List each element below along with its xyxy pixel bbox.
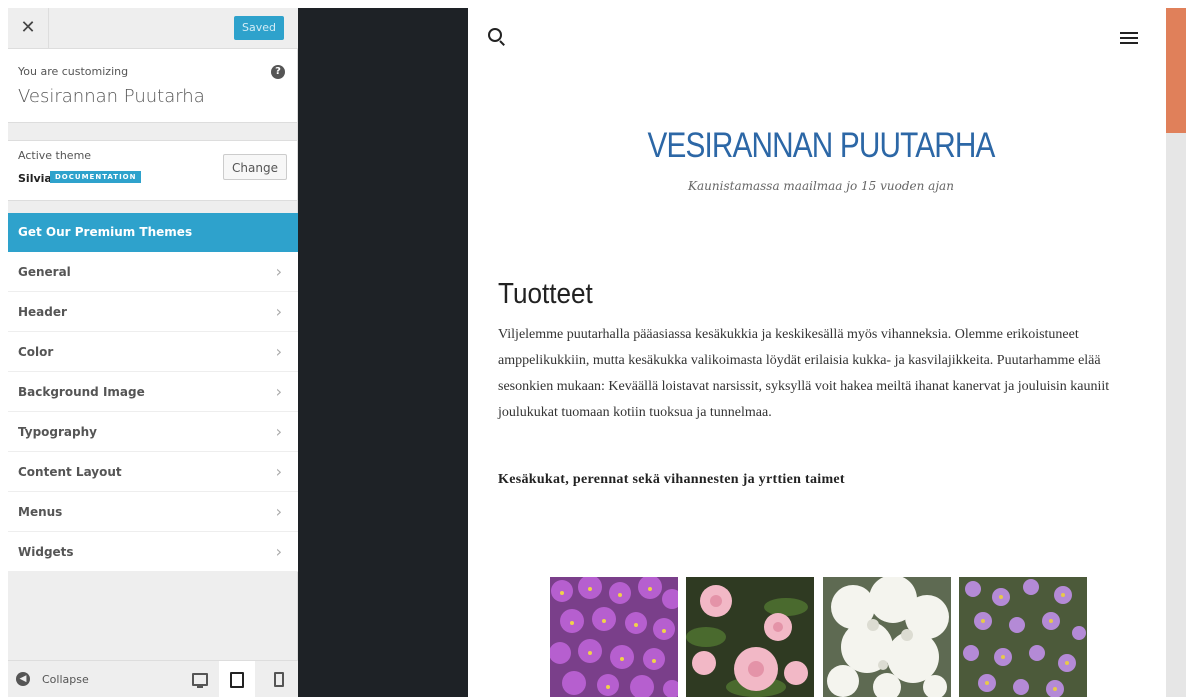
menu-item-label: General — [18, 265, 71, 279]
menu-item-label: Widgets — [18, 545, 74, 559]
site-name: Vesirannan Puutarha — [18, 86, 205, 107]
mobile-icon — [274, 672, 284, 687]
site-tagline: Kaunistamassa maailmaa jo 15 vuoden ajan — [688, 179, 954, 193]
chevron-right-icon: › — [275, 422, 282, 441]
customizer-footer: ◀ Collapse — [8, 660, 298, 697]
tablet-preview-button[interactable] — [219, 661, 255, 697]
gallery-image-violas[interactable] — [550, 577, 678, 697]
menu-item-label: Background Image — [18, 385, 145, 399]
menu-item-general[interactable]: General › — [8, 252, 298, 292]
desktop-icon — [192, 673, 208, 688]
customizing-label: You are customizing — [18, 65, 129, 78]
menu-item-content-layout[interactable]: Content Layout › — [8, 452, 298, 492]
theme-name: Silvia — [18, 172, 52, 185]
gallery-image-roses[interactable] — [686, 577, 814, 697]
hamburger-menu-icon[interactable] — [1120, 32, 1138, 44]
active-theme-section: Active theme Silvia DOCUMENTATION Change — [8, 140, 297, 201]
page-subheading: Kesäkukat, perennat sekä vihannesten ja … — [498, 472, 845, 487]
menu-item-typography[interactable]: Typography › — [8, 412, 298, 452]
customizer-topbar: ✕ Saved — [8, 8, 298, 49]
site-title[interactable]: VESIRANNAN PUUTARHA — [521, 126, 1121, 166]
chevron-right-icon: › — [275, 302, 282, 321]
page-heading: Tuotteet — [498, 278, 593, 310]
menu-item-label: Content Layout — [18, 465, 122, 479]
chevron-right-icon: › — [275, 542, 282, 561]
menu-item-label: Color — [18, 345, 54, 359]
close-icon[interactable]: ✕ — [8, 8, 49, 48]
menu-item-background-image[interactable]: Background Image › — [8, 372, 298, 412]
menu-item-widgets[interactable]: Widgets › — [8, 532, 298, 572]
desktop-preview-button[interactable] — [182, 661, 218, 697]
help-icon[interactable]: ? — [271, 65, 285, 79]
collapse-icon[interactable]: ◀ — [16, 672, 30, 686]
customizing-info: You are customizing Vesirannan Puutarha … — [8, 49, 297, 123]
collapse-button[interactable]: Collapse — [42, 673, 89, 686]
chevron-right-icon: › — [275, 262, 282, 281]
chevron-right-icon: › — [275, 342, 282, 361]
active-theme-label: Active theme — [18, 149, 92, 162]
documentation-badge[interactable]: DOCUMENTATION — [50, 171, 142, 183]
menu-item-label: Header — [18, 305, 67, 319]
menu-item-color[interactable]: Color › — [8, 332, 298, 372]
gallery-image-hydrangea[interactable] — [823, 577, 951, 697]
chevron-right-icon: › — [275, 502, 282, 521]
gallery-image-asters[interactable] — [959, 577, 1087, 697]
preview-backdrop — [298, 8, 468, 697]
preview-scrollbar-thumb[interactable] — [1166, 8, 1186, 133]
customizer-sidebar: ✕ Saved You are customizing Vesirannan P… — [8, 8, 298, 697]
search-icon[interactable] — [488, 28, 502, 42]
menu-item-label: Typography — [18, 425, 97, 439]
mobile-preview-button[interactable] — [261, 661, 297, 697]
saved-button[interactable]: Saved — [234, 16, 284, 40]
menu-item-label: Menus — [18, 505, 63, 519]
chevron-right-icon: › — [275, 382, 282, 401]
change-theme-button[interactable]: Change — [223, 154, 287, 180]
tablet-icon — [230, 671, 244, 688]
chevron-right-icon: › — [275, 462, 282, 481]
site-preview: VESIRANNAN PUUTARHA Kaunistamassa maailm… — [468, 8, 1186, 697]
page-body-text: Viljelemme puutarhalla pääasiassa kesäku… — [498, 327, 1110, 420]
menu-item-header[interactable]: Header › — [8, 292, 298, 332]
menu-item-menus[interactable]: Menus › — [8, 492, 298, 532]
customizer-menu: General › Header › Color › Background Im… — [8, 252, 298, 572]
premium-themes-link[interactable]: Get Our Premium Themes — [8, 213, 298, 252]
